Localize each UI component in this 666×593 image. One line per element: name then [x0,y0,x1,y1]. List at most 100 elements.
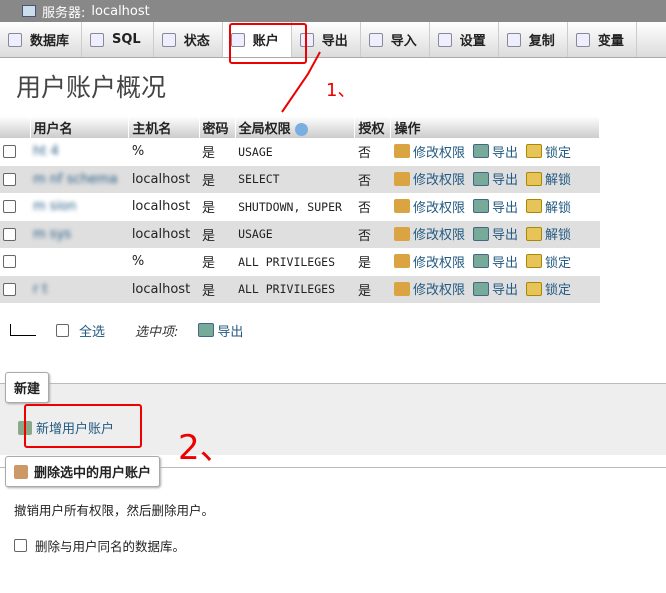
grant: 否 [354,138,391,166]
tab-variables[interactable]: 变量 [568,22,637,57]
arrow-up-icon [10,324,36,336]
drop-db-checkbox[interactable] [14,539,27,552]
table-row: m sion localhost 是 SHUTDOWN, SUPER 否 修改权… [0,193,600,221]
tab-import[interactable]: 导入 [361,22,430,57]
tab-settings[interactable]: 设置 [430,22,499,57]
sql-icon [90,32,105,47]
lock-icon [526,199,542,213]
lock-button[interactable]: 锁定 [526,252,571,271]
lock-icon [526,281,542,296]
grant: 否 [354,193,391,221]
select-all-checkbox[interactable] [56,323,69,337]
annotation-1: 1、 [326,80,356,101]
export-icon [198,323,215,337]
export-button[interactable]: 导出 [472,197,518,216]
lock-label: 锁定 [545,283,572,298]
tab-status[interactable]: 状态 [154,22,223,57]
hostname: localhost [128,193,200,221]
username: r t [33,281,48,297]
global-privileges: USAGE [235,220,355,248]
edit-label: 修改权限 [412,255,465,271]
export-button[interactable]: 导出 [472,169,518,188]
global-privileges: SELECT [235,165,355,193]
lock-icon [526,254,542,268]
lock-button[interactable]: 解锁 [526,197,571,216]
edit-privileges-icon [393,254,410,268]
delete-description: 撤销用户所有权限，然后删除用户。 [14,503,215,518]
header-checkbox-col [0,116,31,138]
edit-label: 修改权限 [412,228,465,243]
edit-privileges-icon [393,281,410,296]
server-label: 服务器: [42,5,86,21]
row-checkbox[interactable] [3,282,16,296]
hostname: localhost [128,165,200,193]
export-button[interactable]: 导出 [472,142,518,161]
tab-label: SQL [112,32,141,47]
row-checkbox[interactable] [3,172,16,186]
hostname: % [128,248,200,276]
delete-users-button[interactable]: 删除选中的用户账户 [5,456,161,487]
edit-privileges-icon [393,144,410,158]
username: m sys [33,226,72,242]
annotation-2: 2、 [178,428,234,468]
column-header: 用户名 [30,116,130,138]
row-checkbox[interactable] [3,145,16,159]
header-label: 用户名 [33,121,73,137]
username: m sion [33,199,77,215]
lock-button[interactable]: 解锁 [526,224,571,243]
edit-privileges-button[interactable]: 修改权限 [393,197,465,216]
lock-button[interactable]: 解锁 [526,169,571,188]
server-name[interactable]: localhost [91,4,149,19]
hostname: % [128,138,200,166]
export-button[interactable]: 导出 [472,279,518,298]
database-icon [8,32,22,47]
export-button[interactable]: 导出 [472,224,518,243]
edit-privileges-button[interactable]: 修改权限 [393,279,465,298]
export-label: 导出 [491,200,518,216]
row-checkbox[interactable] [3,200,16,214]
lock-label: 解锁 [545,173,572,188]
export-button[interactable]: 导出 [472,252,518,271]
lock-button[interactable]: 锁定 [526,279,571,298]
edit-privileges-button[interactable]: 修改权限 [393,224,465,243]
column-header: 授权 [354,116,392,138]
password-set: 是 [199,138,236,166]
username: ht 4 [33,144,59,160]
export-icon [472,171,489,186]
edit-privileges-button[interactable]: 修改权限 [393,169,465,188]
new-legend: 新建 [5,372,50,403]
header-label: 全局权限 [238,121,291,137]
header-label: 密码 [202,121,229,137]
password-set: 是 [199,248,236,276]
table-row: ht 4 % 是 USAGE 否 修改权限 导出 锁定 [0,138,600,166]
row-checkbox[interactable] [3,255,16,269]
hostname: localhost [128,275,200,303]
export-icon [472,199,489,213]
lock-button[interactable]: 锁定 [526,142,571,161]
import-icon [368,32,383,47]
edit-label: 修改权限 [412,173,465,188]
edit-privileges-button[interactable]: 修改权限 [393,142,465,161]
drop-db-label[interactable]: 删除与用户同名的数据库。 [35,536,185,555]
help-icon[interactable] [295,122,309,136]
export-label: 导出 [491,173,518,188]
select-all-label[interactable]: 全选 [79,321,105,340]
tab-label: 导入 [390,34,417,49]
username: m nf schema [33,171,118,187]
lock-label: 解锁 [545,200,572,216]
grant: 否 [354,165,391,193]
column-header: 操作 [390,116,600,138]
variables-icon [575,32,590,47]
bulk-export-button[interactable]: 导出 [198,321,243,340]
edit-privileges-button[interactable]: 修改权限 [393,252,465,271]
edit-privileges-icon [393,171,410,186]
server-breadcrumb: 服务器: localhost [0,0,666,22]
column-header: 密码 [199,116,236,138]
edit-privileges-icon [393,199,410,213]
tab-sql[interactable]: SQL [82,22,154,57]
tab-database[interactable]: 数据库 [0,22,83,57]
row-checkbox[interactable] [3,227,16,241]
table-row: m nf schema localhost 是 SELECT 否 修改权限 导出 解… [0,165,600,193]
user-accounts-table: 用户名 主机名 密码 全局权限 授权 操作 ht 4 % 是 USAGE 否 修改权限导… [0,116,600,303]
tab-replication[interactable]: 复制 [499,22,568,57]
